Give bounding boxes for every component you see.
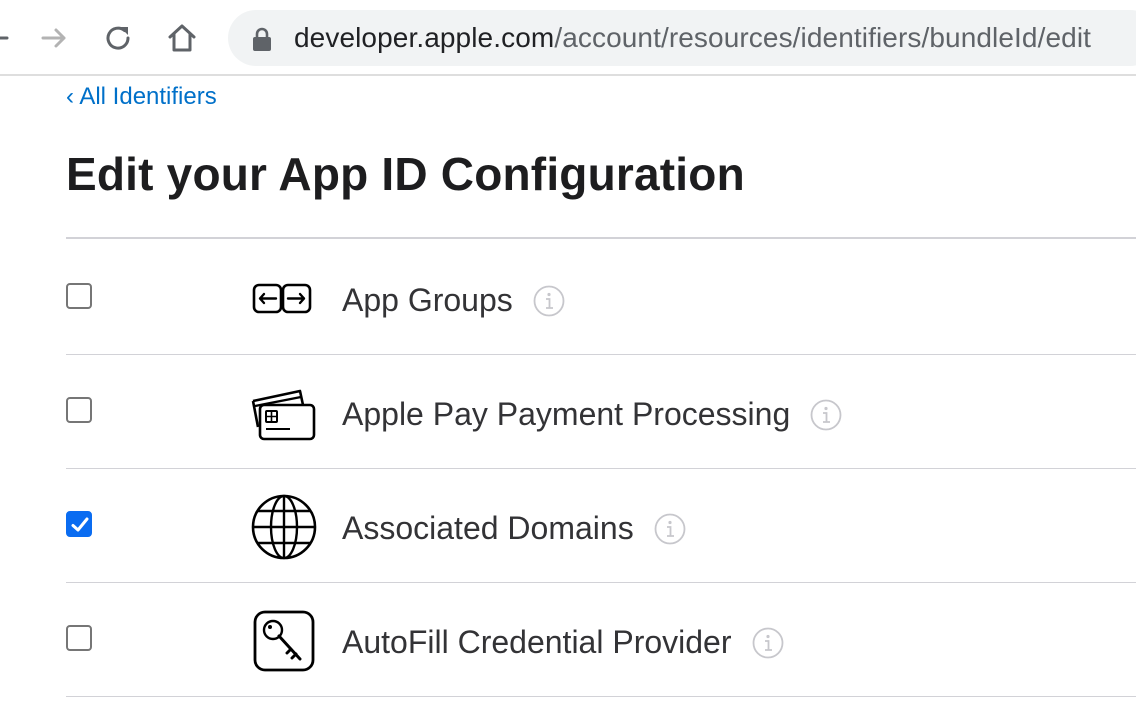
home-icon[interactable] [160,16,204,60]
capability-name: Associated Domains [342,510,634,546]
capability-name: Apple Pay Payment Processing [342,396,791,432]
apple-pay-cards-icon [250,379,318,447]
info-icon[interactable] [810,399,842,431]
capability-checkbox[interactable] [66,625,92,651]
forward-arrow-icon[interactable] [32,16,76,60]
capability-name-wrap: Associated Domains [342,509,686,547]
divider [66,237,1136,239]
browser-toolbar: developer.apple.com/account/resources/id… [0,0,1136,76]
reload-icon[interactable] [96,16,140,60]
capability-row-associated-domains: Associated Domains [66,469,1136,583]
lock-icon [253,27,271,51]
page-title: Edit your App ID Configuration [66,148,745,200]
capability-name: AutoFill Credential Provider [342,624,732,660]
back-arrow-icon[interactable] [0,16,18,60]
all-identifiers-link[interactable]: ‹ All Identifiers [66,82,217,112]
app-groups-icon [250,265,318,333]
key-icon [250,607,318,675]
address-bar[interactable]: developer.apple.com/account/resources/id… [228,10,1136,66]
capability-row-apple-pay: Apple Pay Payment Processing [66,355,1136,469]
info-icon[interactable] [533,285,565,317]
url-path: /account/resources/identifiers/bundleId/… [554,22,1092,53]
capability-checkbox-checked[interactable] [66,511,92,537]
capability-name-wrap: Apple Pay Payment Processing [342,395,842,433]
capability-name-wrap: App Groups [342,281,565,319]
url-text: developer.apple.com/account/resources/id… [294,23,1091,53]
info-icon[interactable] [752,627,784,659]
url-host: developer.apple.com [294,22,555,53]
capability-name: App Groups [342,282,513,318]
capability-checkbox[interactable] [66,397,92,423]
capability-row-autofill: AutoFill Credential Provider [66,583,1136,697]
globe-icon [250,493,318,561]
info-icon[interactable] [654,513,686,545]
capability-row-app-groups: App Groups [66,241,1136,355]
capability-checkbox[interactable] [66,283,92,309]
capability-name-wrap: AutoFill Credential Provider [342,623,784,661]
